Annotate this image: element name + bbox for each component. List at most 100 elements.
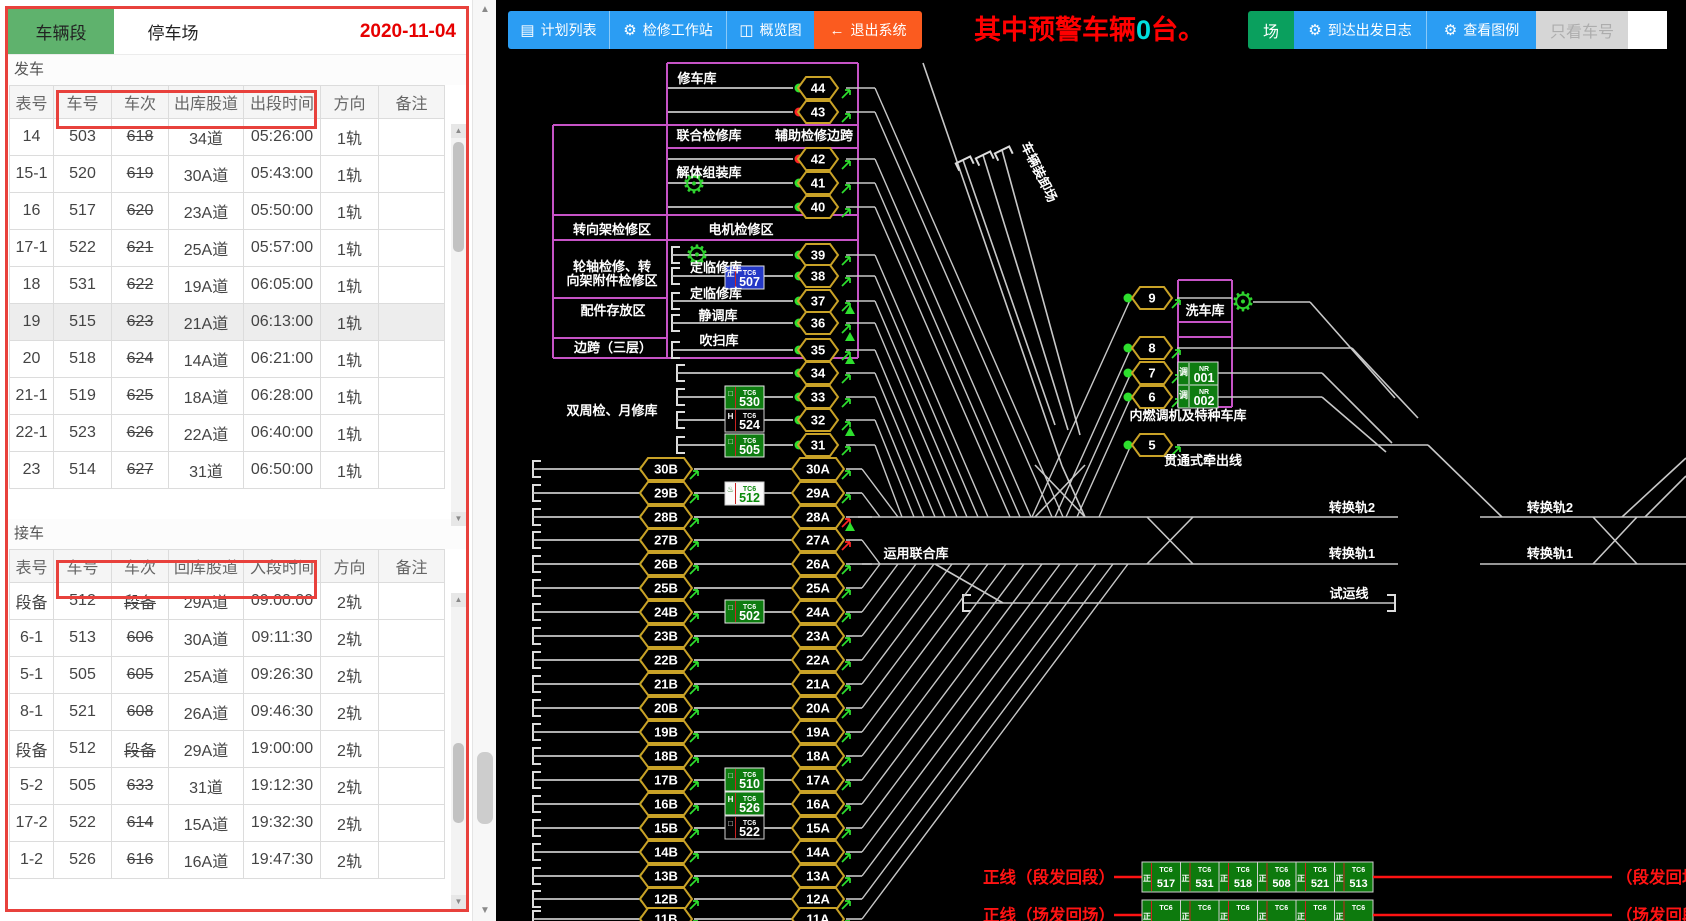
route-arrow-icon [690, 806, 698, 814]
arrival-scrollbar[interactable]: ▲ ▼ [451, 593, 466, 909]
mainline-badge-series: TC6 [1275, 867, 1288, 874]
route-arrow-icon [842, 710, 850, 718]
table-row[interactable]: 1-252661616A道19:47:302轨 [10, 842, 445, 879]
mainline-badge-number: 508 [1272, 878, 1290, 890]
table-row[interactable]: 8-152160826A道09:46:302轨 [10, 694, 445, 731]
track-number-label: 26A [806, 557, 830, 572]
table-row[interactable]: 段备512段备29A道09:00:002轨 [10, 583, 445, 620]
area-label: 运用联合库 [883, 546, 948, 561]
table-row[interactable]: 17-252261415A道19:32:302轨 [10, 805, 445, 842]
exit-system-button[interactable]: ← 退出系统 [814, 11, 922, 49]
table-row[interactable]: 2351462731道06:50:001轨 [10, 452, 445, 489]
yard-button[interactable]: 场 [1248, 11, 1294, 49]
track-number-label: 29A [806, 486, 830, 501]
route-arrow-icon [842, 257, 850, 265]
table-cell: 1轨 [321, 230, 379, 267]
table-row[interactable]: 段备512段备29A道19:00:002轨 [10, 731, 445, 768]
track-number-label: 7 [1148, 366, 1155, 381]
table-cell: 21A道 [169, 304, 244, 341]
route-arrow-icon [842, 495, 850, 503]
route-arrow-icon [842, 542, 850, 550]
table-cell: 623 [112, 304, 169, 341]
table-cell: 22-1 [10, 415, 54, 452]
table-cell: 618 [112, 119, 169, 156]
route-arrow-icon [690, 878, 698, 886]
gear-icon: ⚙ [623, 21, 636, 39]
signal-triangle-icon [845, 427, 855, 436]
overview-button[interactable]: ◫ 概览图 [726, 11, 814, 49]
route-arrow-icon [690, 614, 698, 622]
table-row[interactable]: 1651762023A道05:50:001轨 [10, 193, 445, 230]
column-header: 表号 [10, 550, 54, 583]
table-cell: 606 [112, 620, 169, 657]
table-cell [379, 583, 445, 620]
mainline-badge-number: 518 [1234, 878, 1252, 890]
table-cell: 25A道 [169, 230, 244, 267]
route-arrow-icon [842, 375, 850, 383]
table-row[interactable]: 1951562321A道06:13:001轨 [10, 304, 445, 341]
mainline-badge-number: 531 [1195, 878, 1213, 890]
table-cell: 522 [54, 230, 112, 267]
table-cell: 16A道 [169, 842, 244, 879]
area-label: 试运线 [1329, 586, 1368, 601]
table-cell: 521 [54, 694, 112, 731]
track-diagram-svg: 444342414039383736353433323130B30A29B29A… [496, 0, 1686, 921]
table-cell: 15A道 [169, 805, 244, 842]
only-car-number-checkbox[interactable] [1628, 11, 1667, 49]
tab-parking-yard[interactable]: 停车场 [114, 9, 232, 54]
only-car-number-button[interactable]: 只看车号 [1536, 11, 1628, 49]
track-number-label: 15B [654, 821, 678, 836]
table-row[interactable]: 5-250563331道19:12:302轨 [10, 768, 445, 805]
mainline-badge-series: TC6 [1313, 905, 1326, 912]
track-line [875, 159, 1031, 517]
departure-scrollbar[interactable]: ▲ ▼ [451, 124, 466, 526]
column-header: 回库股道 [169, 550, 244, 583]
table-cell: 19:00:00 [244, 731, 321, 768]
route-arrow-icon [842, 758, 850, 766]
repair-workstation-button[interactable]: ⚙ 检修工作站 [609, 11, 726, 49]
table-cell [379, 304, 445, 341]
table-row[interactable]: 2051862414A道06:21:001轨 [10, 341, 445, 378]
table-row[interactable]: 1450361834道05:26:001轨 [10, 119, 445, 156]
route-arrow-icon [842, 686, 850, 694]
table-row[interactable]: 6-151360630A道09:11:302轨 [10, 620, 445, 657]
table-row[interactable]: 1853162219A道06:05:001轨 [10, 267, 445, 304]
track-number-label: 14B [654, 845, 678, 860]
table-cell: 06:13:00 [244, 304, 321, 341]
route-arrow-icon [690, 734, 698, 742]
mainline-badge-type: 正 [1143, 874, 1151, 883]
table-cell: 05:43:00 [244, 156, 321, 193]
table-row[interactable]: 22-152362622A道06:40:001轨 [10, 415, 445, 452]
tab-depot[interactable]: 车辆段 [8, 9, 114, 54]
route-arrow-icon [842, 854, 850, 862]
route-arrow-icon [842, 278, 850, 286]
arrive-depart-log-button[interactable]: ⚙ 到达出发日志 [1294, 11, 1426, 49]
mainline-badge-series: TC6 [1198, 905, 1211, 912]
track-number-label: 28B [654, 510, 678, 525]
route-arrow-icon [842, 734, 850, 742]
view-legend-button[interactable]: ⚙ 查看图例 [1426, 11, 1536, 49]
track-number-label: 39 [811, 248, 825, 263]
table-row[interactable]: 17-152262125A道05:57:001轨 [10, 230, 445, 267]
table-cell: 8-1 [10, 694, 54, 731]
area-label: 内燃调机及特种车库 [1129, 408, 1246, 423]
gear-icon[interactable]: ⚙ [1231, 287, 1255, 317]
table-row[interactable]: 21-151962518A道06:28:001轨 [10, 378, 445, 415]
table-row[interactable]: 5-150560525A道09:26:302轨 [10, 657, 445, 694]
mainline-badge-series: TC6 [1159, 905, 1172, 912]
table-row[interactable]: 15-152061930A道05:43:001轨 [10, 156, 445, 193]
track-number-label: 40 [811, 200, 825, 215]
track-number-label: 13A [806, 869, 830, 884]
route-arrow-icon [842, 114, 850, 122]
table-cell: 2轨 [321, 805, 379, 842]
track-number-label: 44 [811, 81, 826, 96]
page-scrollbar[interactable]: ▲ ▼ [472, 0, 496, 921]
table-cell: 512 [54, 583, 112, 620]
track-number-label: 42 [811, 152, 825, 167]
table-cell: 2轨 [321, 583, 379, 620]
mainline-badge-type: 正 [1297, 874, 1305, 883]
mainline-badge-type: 正 [1336, 912, 1344, 921]
plan-list-button[interactable]: ▤ 计划列表 [508, 11, 609, 49]
table-cell: 621 [112, 230, 169, 267]
mainline-badge-type: 正 [1297, 912, 1305, 921]
